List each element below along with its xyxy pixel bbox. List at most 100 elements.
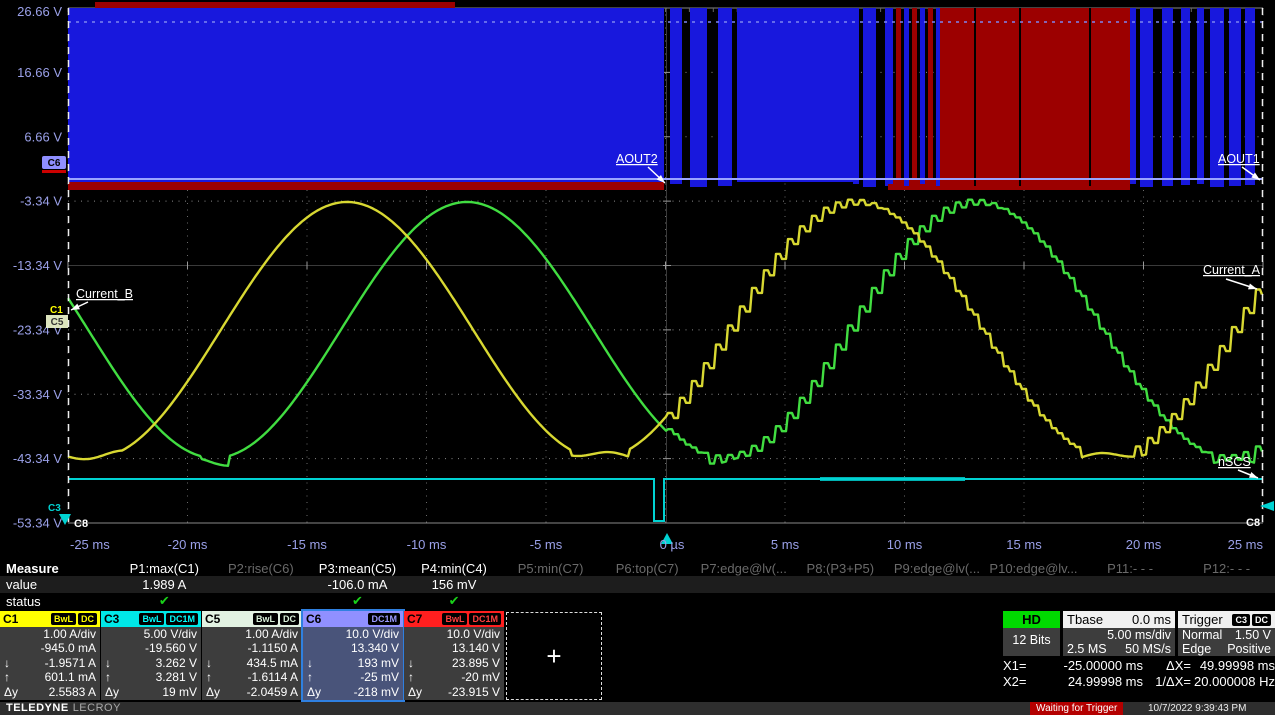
- hd-mode-box[interactable]: HD 12 Bits: [1003, 611, 1060, 656]
- channel-c6-line3: 193 mV: [358, 656, 399, 670]
- badge-bwl: BwL: [442, 613, 467, 625]
- measure-column-P11[interactable]: P11:- - -: [1082, 561, 1179, 576]
- measure-column-P3[interactable]: P3:mean(C5): [309, 561, 406, 576]
- pwm-pulse: [1162, 8, 1173, 186]
- datetime: 10/7/2022 9:39:43 PM: [1148, 702, 1246, 715]
- y-axis-label: 6.66 V: [24, 129, 62, 144]
- timebase-rate: 50 MS/s: [1125, 642, 1171, 656]
- channel-c1-line5: 2.5583 A: [49, 685, 96, 699]
- status-bar: TELEDYNELECROY Waiting for Trigger 10/7/…: [0, 702, 1275, 715]
- channel-box-c3[interactable]: C3BwLDC1M5.00 V/div-19.560 V↓3.262 V↑3.2…: [101, 611, 201, 700]
- channel-c5-line2: -1.1150 A: [248, 641, 298, 655]
- trace-pwm-red: [940, 8, 1130, 186]
- x-axis-label: 0 µs: [660, 537, 685, 552]
- channel-c3-line4: 3.281 V: [156, 670, 197, 684]
- pwm-pulse: [1140, 8, 1153, 187]
- marker-c6-label: C6: [48, 158, 61, 169]
- row-glyph: [105, 641, 121, 655]
- trigger-mode: Normal: [1182, 628, 1222, 642]
- x1-label: X1=: [1003, 658, 1039, 674]
- channel-box-c1[interactable]: C1BwLDC1.00 A/div-945.0 mA↓-1.9571 A↑601…: [0, 611, 100, 700]
- pwm-pulse: [904, 8, 909, 186]
- channel-box-c6[interactable]: C6DC1M10.0 V/div13.340 V↓193 mV↑-25 mVΔy…: [303, 611, 403, 700]
- measure-value-row: value 1.989 A-106.0 mA156 mV: [0, 576, 1275, 593]
- invdx-value: 20.000008 Hz: [1191, 674, 1275, 690]
- invdx-label: 1/ΔX=: [1143, 674, 1191, 690]
- timebase-scale: 5.00 ms/div: [1063, 628, 1175, 642]
- measure-value-label: value: [0, 577, 116, 592]
- x1-value: -25.00000 ms: [1039, 658, 1143, 674]
- channel-c1-line1: 1.00 A/div: [43, 627, 96, 641]
- pwm-pulse: [920, 8, 925, 184]
- timebase-title: Tbase: [1067, 612, 1103, 627]
- badge-dc1m: DC1M: [469, 613, 501, 625]
- channel-c6-line1: 10.0 V/div: [346, 627, 399, 641]
- measure-column-P12[interactable]: P12:- - -: [1178, 561, 1275, 576]
- channel-c6-line4: -25 mV: [360, 670, 399, 684]
- trace-label-current_b[interactable]: Current_B: [76, 287, 133, 301]
- x-axis-label: -5 ms: [530, 537, 563, 552]
- measure-column-P6[interactable]: P6:top(C7): [599, 561, 696, 576]
- channel-box-c7[interactable]: C7BwLDC1M10.0 V/div13.140 V↓23.895 V↑-20…: [404, 611, 504, 700]
- plus-icon: +: [546, 641, 561, 672]
- measure-status-label: status: [0, 594, 116, 609]
- trigger-title: Trigger: [1182, 612, 1223, 627]
- trace-label-aout2[interactable]: AOUT2: [616, 152, 658, 166]
- oscilloscope-screen: 26.66 V16.66 V6.66 V-3.34 V-13.34 V-23.3…: [0, 0, 1275, 715]
- row-glyph: [4, 627, 20, 641]
- badge-bwl: BwL: [253, 613, 278, 625]
- add-trace-button[interactable]: +: [506, 612, 602, 700]
- trace-label-current_a[interactable]: Current_A: [1203, 263, 1261, 277]
- descriptor-panel: + HD 12 Bits Tbase 0.0 ms 5.00 ms/div 2.…: [0, 610, 1275, 702]
- trigger-box[interactable]: Trigger C3DC Normal 1.50 V Edge Positive: [1178, 611, 1275, 656]
- marker-c3[interactable]: C3: [48, 503, 61, 514]
- row-glyph: ↓: [206, 656, 222, 670]
- pwm-pulse: [896, 8, 901, 187]
- channel-c1-line2: -945.0 mA: [41, 641, 96, 655]
- pwm-pulse: [690, 8, 707, 187]
- channel-c1-line3: -1.9571 A: [45, 656, 96, 670]
- channel-id-c1: C1: [3, 612, 18, 626]
- badge-dc1m: DC1M: [166, 613, 198, 625]
- row-glyph: ↓: [408, 656, 424, 670]
- measure-column-P8[interactable]: P8:(P3+P5): [792, 561, 889, 576]
- row-glyph: Δy: [408, 685, 424, 699]
- row-glyph: ↑: [206, 670, 222, 684]
- y-axis-label: -33.34 V: [13, 387, 62, 402]
- channel-box-c5[interactable]: C5BwLDC1.00 A/div-1.1150 A↓434.5 mA↑-1.6…: [202, 611, 302, 700]
- measure-column-P5[interactable]: P5:min(C7): [502, 561, 599, 576]
- measure-column-P2[interactable]: P2:rise(C6): [213, 561, 310, 576]
- pwm-pulse: [1130, 8, 1136, 184]
- pwm-pulse: [928, 8, 933, 187]
- measure-column-P7[interactable]: P7:edge@lv(...: [695, 561, 792, 576]
- measure-column-P10[interactable]: P10:edge@lv...: [985, 561, 1082, 576]
- channel-c6-line2: 13.340 V: [351, 641, 399, 655]
- x-axis-label: -15 ms: [287, 537, 327, 552]
- row-glyph: ↑: [408, 670, 424, 684]
- channel-id-c3: C3: [104, 612, 119, 626]
- trace-label-nscs[interactable]: nSCS: [1218, 455, 1251, 469]
- dx-value: 49.99998 ms: [1191, 658, 1275, 674]
- pwm-pulse: [1181, 8, 1190, 185]
- measure-column-P9[interactable]: P9:edge@lv(...: [889, 561, 986, 576]
- trace-label-aout1[interactable]: AOUT1: [1218, 152, 1260, 166]
- marker-c1[interactable]: C1: [50, 305, 63, 316]
- trigger-slope: Positive: [1227, 642, 1271, 656]
- row-glyph: [206, 641, 222, 655]
- timebase-box[interactable]: Tbase 0.0 ms 5.00 ms/div 2.5 MS 50 MS/s: [1063, 611, 1175, 656]
- channel-c7-line2: 13.140 V: [452, 641, 500, 655]
- trigger-type: Edge: [1182, 642, 1211, 656]
- x-axis-label: 25 ms: [1228, 537, 1264, 552]
- channel-id-c6: C6: [306, 612, 321, 626]
- row-glyph: ↓: [307, 656, 323, 670]
- measure-column-P1[interactable]: P1:max(C1): [116, 561, 213, 576]
- row-glyph: [4, 641, 20, 655]
- y-axis-label: 16.66 V: [17, 65, 62, 80]
- measure-column-P4[interactable]: P4:min(C4): [406, 561, 503, 576]
- x2-value: 24.99998 ms: [1039, 674, 1143, 690]
- marker-c7[interactable]: [42, 170, 66, 173]
- waveform-display[interactable]: 26.66 V16.66 V6.66 V-3.34 V-13.34 V-23.3…: [0, 0, 1275, 560]
- row-glyph: Δy: [4, 685, 20, 699]
- x-axis-label: 20 ms: [1126, 537, 1162, 552]
- row-glyph: Δy: [307, 685, 323, 699]
